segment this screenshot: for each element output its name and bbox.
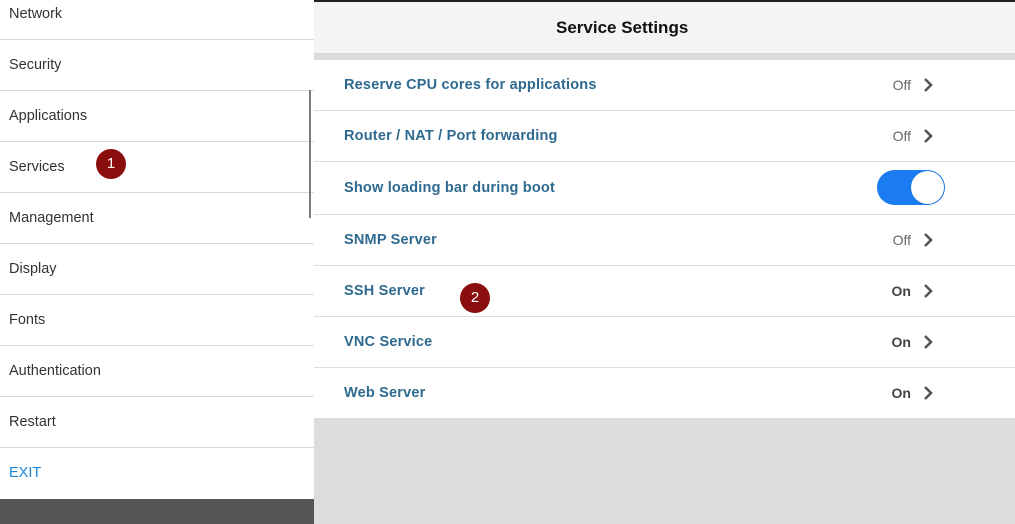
sidebar-item-display[interactable]: Display (0, 244, 314, 295)
sidebar-item-label: Authentication (9, 363, 101, 379)
loading-bar-toggle[interactable] (877, 170, 945, 205)
settings-list: Reserve CPU cores for applications Off R… (314, 59, 1015, 418)
sidebar-item-applications[interactable]: Applications (0, 91, 314, 142)
sidebar-item-security[interactable]: Security (0, 40, 314, 91)
setting-row-router-nat[interactable]: Router / NAT / Port forwarding Off (314, 111, 1015, 162)
setting-value: On (891, 385, 911, 401)
sidebar-scrollbar[interactable] (309, 90, 311, 218)
sidebar-item-label: Security (9, 57, 62, 73)
marker-1: 1 (96, 149, 126, 179)
sidebar-item-restart[interactable]: Restart (0, 397, 314, 448)
setting-label: Show loading bar during boot (344, 180, 555, 196)
setting-row-ssh[interactable]: SSH Server On (314, 266, 1015, 317)
sidebar-item-services[interactable]: Services (0, 142, 314, 193)
setting-value: Off (892, 77, 911, 93)
main-header: Service Settings (314, 2, 1015, 54)
setting-label: SSH Server (344, 283, 425, 299)
setting-row-web-server[interactable]: Web Server On (314, 368, 1015, 419)
marker-2: 2 (460, 283, 490, 313)
screen: Network Security Applications Services M… (0, 0, 1015, 524)
setting-row-loading-bar: Show loading bar during boot (314, 162, 1015, 215)
sidebar-item-label: Fonts (9, 312, 46, 328)
sidebar: Network Security Applications Services M… (0, 0, 314, 524)
setting-value: On (891, 283, 911, 299)
setting-value: Off (892, 128, 911, 144)
setting-label: Router / NAT / Port forwarding (344, 128, 558, 144)
sidebar-menu: Network Security Applications Services M… (0, 0, 314, 499)
sidebar-item-label: EXIT (9, 465, 42, 481)
sidebar-item-authentication[interactable]: Authentication (0, 346, 314, 397)
chevron-right-icon (924, 233, 933, 247)
setting-label: SNMP Server (344, 232, 438, 248)
chevron-right-icon (924, 335, 933, 349)
setting-label: Web Server (344, 385, 426, 401)
page-title: Service Settings (556, 18, 689, 37)
sidebar-item-label: Restart (9, 414, 56, 430)
sidebar-item-management[interactable]: Management (0, 193, 314, 244)
sidebar-item-label: Services (9, 159, 65, 175)
toggle-knob (911, 171, 944, 204)
setting-label: VNC Service (344, 334, 433, 350)
sidebar-item-label: Applications (9, 108, 88, 124)
chevron-right-icon (924, 129, 933, 143)
chevron-right-icon (924, 386, 933, 400)
setting-row-reserve-cpu[interactable]: Reserve CPU cores for applications Off (314, 60, 1015, 111)
sidebar-item-fonts[interactable]: Fonts (0, 295, 314, 346)
setting-row-snmp[interactable]: SNMP Server Off (314, 215, 1015, 266)
sidebar-item-label: Management (9, 210, 94, 226)
chevron-right-icon (924, 78, 933, 92)
setting-value: On (891, 334, 911, 350)
sidebar-item-network[interactable]: Network (0, 0, 314, 40)
setting-value: Off (892, 232, 911, 248)
setting-row-vnc[interactable]: VNC Service On (314, 317, 1015, 368)
sidebar-item-label: Network (9, 6, 63, 22)
setting-label: Reserve CPU cores for applications (344, 77, 597, 93)
chevron-right-icon (924, 284, 933, 298)
sidebar-item-exit[interactable]: EXIT (0, 448, 314, 499)
sidebar-item-label: Display (9, 261, 57, 277)
